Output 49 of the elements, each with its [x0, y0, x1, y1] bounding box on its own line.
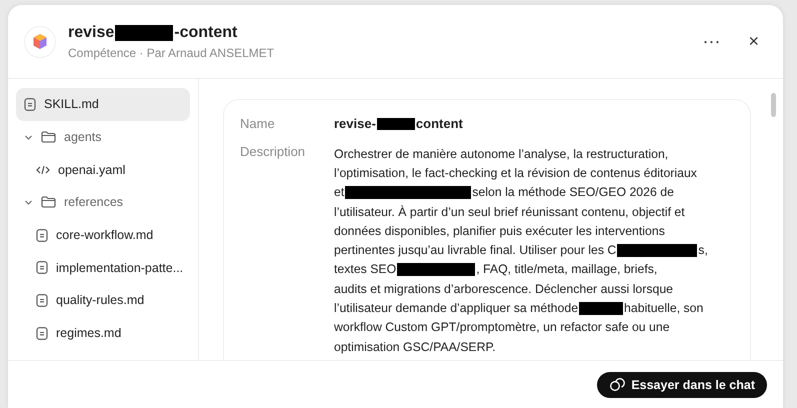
document-icon	[36, 294, 48, 307]
field-label: Description	[240, 144, 306, 161]
document-icon	[36, 261, 48, 274]
file-item[interactable]: core-workflow.md	[16, 218, 190, 252]
redaction-bar	[376, 118, 415, 130]
description-text: l’optimisation, le fact-checking et la révision de contenus éditoriaux	[334, 166, 697, 180]
document-icon	[24, 98, 36, 111]
file-item[interactable]: openai.yaml	[16, 153, 190, 186]
folder-icon	[41, 196, 56, 208]
folder-item[interactable]: agents	[16, 120, 190, 154]
title-text: -content	[174, 24, 238, 42]
description-text: Orchestrer de manière autonome l’analyse, la restructuration,	[334, 146, 668, 161]
file-item[interactable]: regimes.md	[16, 316, 190, 350]
chat-icon	[609, 378, 626, 392]
document-icon	[36, 228, 48, 242]
chevron-icon	[24, 198, 33, 207]
description-text: et	[334, 185, 344, 200]
title-text: revise	[68, 24, 114, 42]
description-text: pertinentes jusqu’au livrable final. Utiliser pour les C	[334, 243, 616, 258]
more-button[interactable]: ···	[694, 27, 728, 56]
folder-icon	[41, 131, 56, 144]
file-item[interactable]: SKILL.md	[16, 88, 190, 121]
logo-icon	[24, 26, 56, 58]
description-text: optimisation GSC/PAA/SERP.	[334, 340, 496, 354]
description-text: l’utilisateur. À partir d’un seul brief réunissant contenu, objectif et	[334, 204, 685, 219]
code-icon	[36, 164, 50, 175]
description-text: habituelle, son	[624, 301, 704, 316]
description-text: l’utilisateur demande d’appliquer sa méthode	[334, 301, 578, 316]
document-icon	[36, 326, 48, 340]
file-item[interactable]: implementation-patte...	[16, 251, 190, 284]
description-text: selon la méthode SEO/GEO 2026 de	[472, 185, 674, 200]
redaction-bar	[579, 302, 624, 315]
subtitle: Compétence · Par Arnaud ANSELMET	[68, 46, 274, 60]
description-text: textes SEO	[334, 262, 396, 276]
description-text: audits et migrations d’arborescence. Déclencher aussi lorsque	[334, 282, 674, 296]
name-text: content	[416, 116, 463, 131]
description-text: workflow Custom GPT/promptomètre, un refactor safe ou une	[334, 320, 670, 334]
description-text: données disponibles, planifier puis exécuter les interventions	[334, 224, 665, 238]
chevron-icon	[24, 132, 33, 142]
name-text: revise-	[334, 116, 376, 131]
close-button[interactable]: ×	[740, 27, 767, 56]
scrollbar-thumb[interactable]	[770, 93, 776, 117]
redaction-bar	[115, 24, 174, 40]
file-item[interactable]: quality-rules.md	[16, 284, 190, 317]
description-text: s,	[698, 243, 708, 258]
try-in-chat-button[interactable]: Essayer dans le chat	[597, 372, 767, 398]
field-label: Name	[240, 116, 276, 131]
description-text: , FAQ, title/meta, maillage, briefs,	[476, 262, 658, 276]
folder-item[interactable]: references	[16, 186, 190, 219]
